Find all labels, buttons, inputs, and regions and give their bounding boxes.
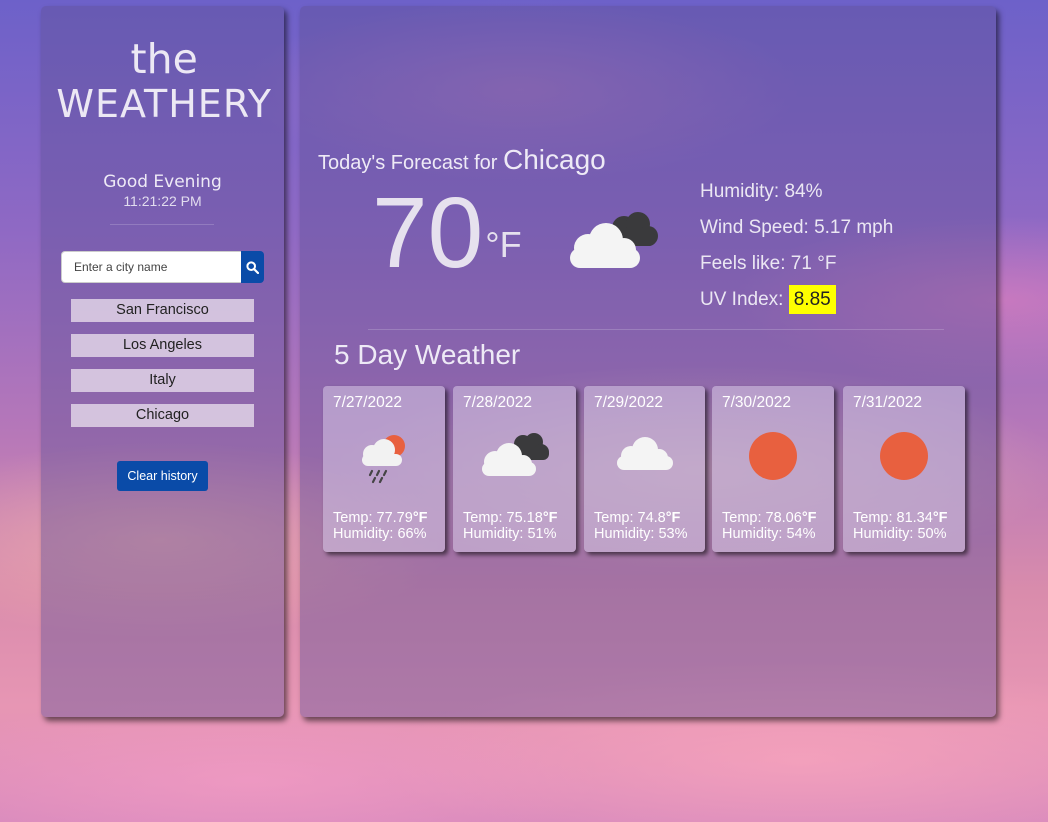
cloud-icon: [584, 430, 705, 474]
forecast-card: 7/29/2022 Temp: 74.8°F Humidity: 53%: [584, 386, 705, 552]
forecast-date: 7/27/2022: [333, 394, 402, 411]
forecast-temp-value: Temp: 78.06: [722, 510, 802, 526]
forecast-temp-unit: °F: [665, 510, 681, 526]
forecast-humidity: Humidity: 50%: [853, 526, 947, 542]
rain-sun-cloud-icon: [323, 430, 445, 486]
current-temp-value: 70: [372, 177, 484, 289]
partly-cloudy-dark-icon: [566, 206, 660, 275]
history-item-italy[interactable]: Italy: [71, 369, 254, 392]
today-city: Chicago: [503, 144, 606, 175]
history-item-los-angeles[interactable]: Los Angeles: [71, 334, 254, 357]
forecast-date: 7/28/2022: [463, 394, 532, 411]
forecast-temp: Temp: 81.34°F: [853, 510, 947, 526]
forecast-card: 7/27/2022 Temp: 77.79°F Humidity: 66%: [323, 386, 445, 552]
forecast-date: 7/30/2022: [722, 394, 791, 411]
forecast-date: 7/31/2022: [853, 394, 922, 411]
forecast-humidity: Humidity: 53%: [594, 526, 688, 542]
forecast-temp-unit: °F: [932, 510, 948, 526]
history-item-chicago[interactable]: Chicago: [71, 404, 254, 427]
uv-stat: UV Index: 8.85: [700, 282, 893, 318]
search-button[interactable]: [241, 251, 264, 283]
clear-history-button[interactable]: Clear history: [117, 461, 208, 491]
forecast-card: 7/31/2022 Temp: 81.34°F Humidity: 50%: [843, 386, 965, 552]
main-panel: Today's Forecast for Chicago 70°F Humidi…: [300, 6, 996, 717]
wind-stat: Wind Speed: 5.17 mph: [700, 217, 894, 238]
forecast-card: 7/28/2022 Temp: 75.18°F Humidity: 51%: [453, 386, 576, 552]
city-search-input[interactable]: [61, 251, 241, 283]
app-logo: the WEATHERY: [56, 36, 272, 126]
forecast-temp: Temp: 77.79°F: [333, 510, 427, 526]
forecast-temp: Temp: 75.18°F: [463, 510, 557, 526]
current-temperature: 70°F: [372, 177, 522, 310]
logo-line-2: WEATHERY: [56, 82, 272, 126]
forecast-card: 7/30/2022 Temp: 78.06°F Humidity: 54%: [712, 386, 834, 552]
forecast-cards: 7/27/2022 Temp: 77.79°F Humidity: 66% 7/…: [323, 386, 983, 556]
current-temp-unit: °F: [485, 224, 522, 265]
clock-text: 11:21:22 PM: [123, 193, 202, 209]
forecast-humidity: Humidity: 66%: [333, 526, 427, 542]
greeting-text: Good Evening: [103, 172, 222, 192]
current-stats: Humidity: 84% Wind Speed: 5.17 mph Feels…: [700, 174, 893, 318]
search-history: San Francisco Los Angeles Italy Chicago: [71, 299, 254, 439]
forecast-temp: Temp: 74.8°F: [594, 510, 680, 526]
dark-clouds-icon: [453, 430, 576, 478]
forecast-date: 7/29/2022: [594, 394, 663, 411]
forecast-humidity: Humidity: 54%: [722, 526, 816, 542]
humidity-stat: Humidity: 84%: [700, 181, 823, 202]
forecast-humidity: Humidity: 51%: [463, 526, 557, 542]
uv-label: UV Index:: [700, 289, 789, 310]
forecast-title: 5 Day Weather: [334, 339, 521, 370]
forecast-temp-value: Temp: 81.34: [853, 510, 933, 526]
today-lead: Today's Forecast for: [318, 152, 503, 174]
forecast-temp-unit: °F: [542, 510, 558, 526]
today-heading: Today's Forecast for Chicago: [318, 144, 606, 176]
search-icon: [246, 260, 259, 274]
sidebar-divider: [110, 224, 214, 225]
logo-line-1: the: [130, 35, 198, 83]
sun-icon: [712, 430, 834, 482]
sun-icon: [843, 430, 965, 482]
feels-like-stat: Feels like: 71 °F: [700, 253, 837, 274]
forecast-temp-value: Temp: 75.18: [463, 510, 543, 526]
forecast-temp-unit: °F: [801, 510, 817, 526]
city-search: [61, 251, 264, 283]
sidebar-panel: the WEATHERY Good Evening 11:21:22 PM Sa…: [41, 6, 284, 717]
forecast-temp: Temp: 78.06°F: [722, 510, 816, 526]
forecast-temp-unit: °F: [412, 510, 428, 526]
forecast-temp-value: Temp: 74.8: [594, 510, 666, 526]
uv-badge: 8.85: [788, 285, 836, 314]
greeting-block: Good Evening 11:21:22 PM: [41, 172, 284, 209]
main-divider: [368, 329, 944, 330]
forecast-temp-value: Temp: 77.79: [333, 510, 413, 526]
history-item-san-francisco[interactable]: San Francisco: [71, 299, 254, 322]
